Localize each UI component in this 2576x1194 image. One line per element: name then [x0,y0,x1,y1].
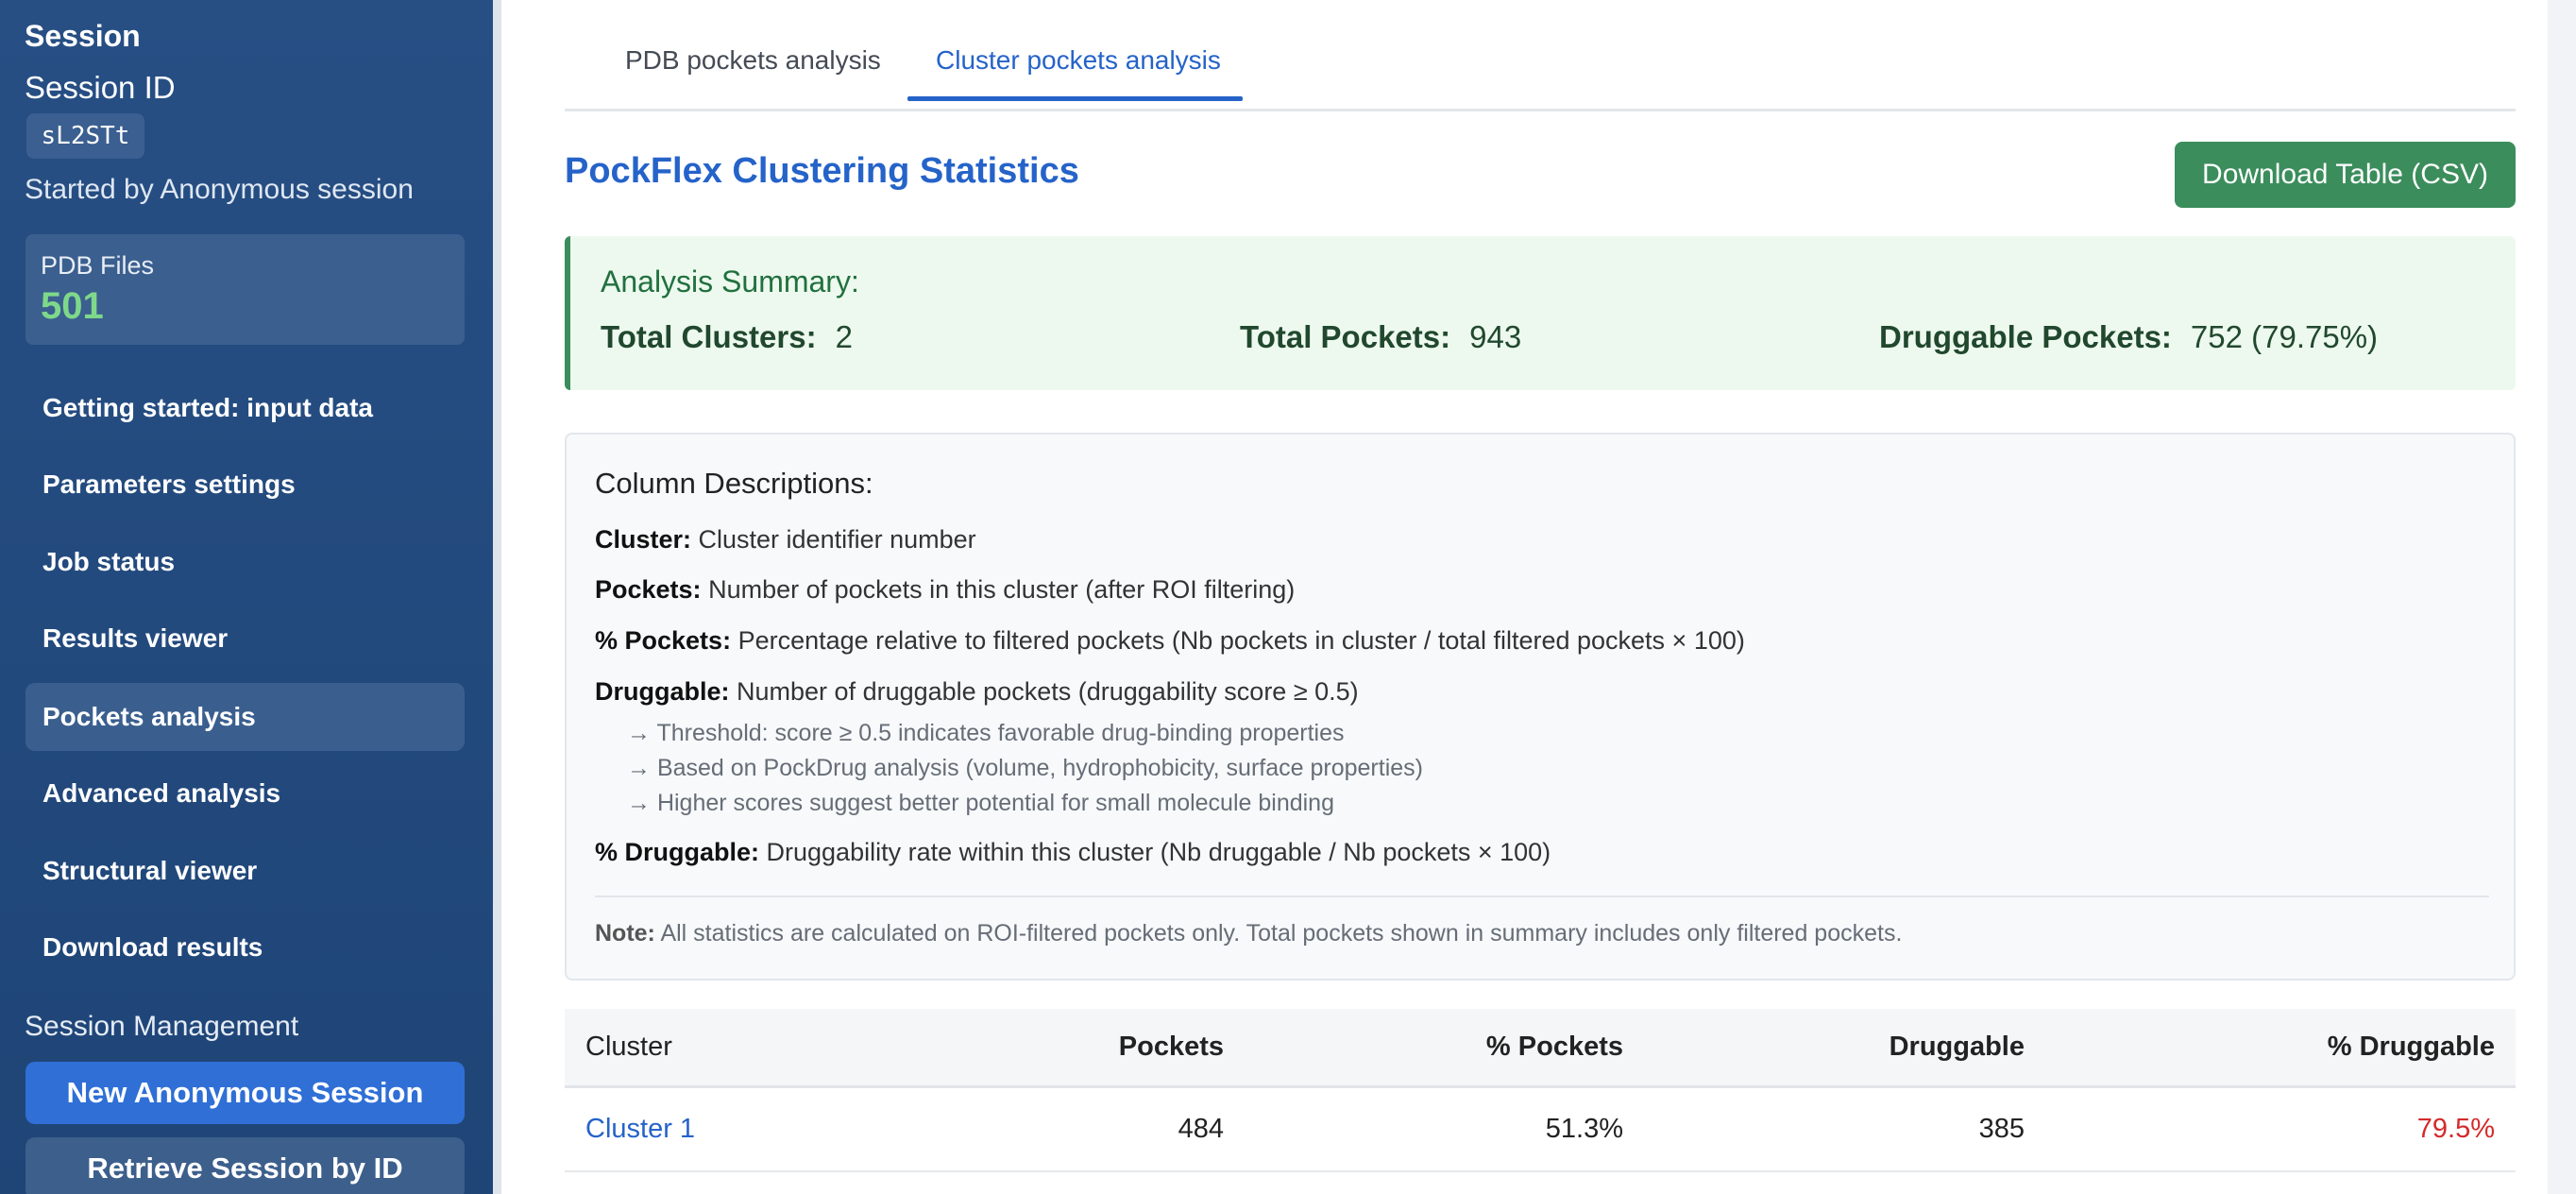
pdb-files-count: 501 [41,285,104,327]
desc-pockets-text: Number of pockets in this cluster (after… [701,575,1296,604]
total-clusters-value: 2 [835,319,853,354]
nav-parameters-settings[interactable]: Parameters settings [25,451,465,519]
desc-druggable-sub-3: → Higher scores suggest better potential… [627,790,1334,816]
analysis-tabs: PDB pockets analysis Cluster pockets ana… [565,0,2516,111]
table-row: Cluster 1 484 51.3% 385 79.5% [565,1091,2516,1172]
total-pockets-value: 943 [1469,319,1522,354]
main-content: PDB pockets analysis Cluster pockets ana… [533,0,2548,1194]
note-term: Note: [595,920,655,947]
sidebar: Session Session ID sL2STt Started by Ano… [0,0,500,1194]
analysis-summary: Analysis Summary: Total Clusters: 2 Total… [565,236,2516,390]
app-window: Session Session ID sL2STt Started by Ano… [0,0,2576,1194]
nav-pockets-analysis[interactable]: Pockets analysis [25,683,465,751]
descriptions-note: Note: All statistics are calculated on R… [595,920,1902,947]
cluster-link[interactable]: Cluster 1 [585,1114,695,1145]
desc-pockets-term: Pockets: [595,575,702,604]
desc-cluster: Cluster: Cluster identifier number [595,525,976,554]
sidebar-resize-handle[interactable] [493,0,501,1194]
desc-druggable-sub-2: → Based on PockDrug analysis (volume, hy… [627,755,1423,781]
started-by-text: Started by Anonymous session [25,174,414,205]
scrollbar[interactable] [2548,0,2576,1194]
nav-results-viewer[interactable]: Results viewer [25,605,465,673]
header-pct-druggable[interactable]: % Druggable [2328,1032,2495,1063]
desc-pct-pockets-text: Percentage relative to filtered pockets … [731,626,1745,655]
session-management-label: Session Management [25,1011,299,1042]
column-descriptions: Column Descriptions: Cluster: Cluster id… [565,433,2516,981]
session-heading: Session [25,19,141,53]
desc-pct-druggable: % Druggable: Druggability rate within th… [595,838,1551,867]
download-csv-button[interactable]: Download Table (CSV) [2175,142,2516,208]
total-clusters: Total Clusters: 2 [601,319,853,355]
nav-job-status[interactable]: Job status [25,528,465,596]
total-pockets-label: Total Pockets: [1240,319,1451,354]
note-text: All statistics are calculated on ROI-fil… [654,920,1903,947]
active-tab-indicator [907,96,1243,101]
summary-title: Analysis Summary: [601,264,859,298]
nav-getting-started[interactable]: Getting started: input data [25,374,465,442]
descriptions-title: Column Descriptions: [595,467,873,500]
druggable-pockets: Druggable Pockets: 752 (79.75%) [1879,319,2378,355]
session-id-label: Session ID [25,70,176,105]
cell-druggable: 385 [1978,1114,2025,1144]
header-druggable[interactable]: Druggable [1890,1032,2025,1063]
nav-download-results[interactable]: Download results [25,913,465,981]
stats-title: PockFlex Clustering Statistics [565,151,1079,191]
desc-druggable-term: Druggable: [595,677,730,706]
desc-pct-druggable-text: Druggability rate within this cluster (N… [759,838,1551,866]
desc-pct-pockets: % Pockets: Percentage relative to filter… [595,626,1745,656]
cell-pct-pockets: 51.3% [1545,1114,1623,1144]
nav-advanced-analysis[interactable]: Advanced analysis [25,759,465,827]
tab-pdb-pockets-analysis[interactable]: PDB pockets analysis [625,45,881,76]
desc-pockets: Pockets: Number of pockets in this clust… [595,575,1295,605]
total-pockets: Total Pockets: 943 [1240,319,1521,355]
desc-pct-druggable-term: % Druggable: [595,838,760,866]
pdb-files-label: PDB Files [41,251,155,280]
desc-druggable: Druggable: Number of druggable pockets (… [595,677,1359,707]
cell-pockets: 484 [1178,1114,1224,1144]
new-session-button[interactable]: New Anonymous Session [25,1062,465,1124]
tab-cluster-pockets-analysis[interactable]: Cluster pockets analysis [936,45,1221,76]
header-cluster[interactable]: Cluster [585,1032,672,1063]
retrieve-session-button[interactable]: Retrieve Session by ID [25,1137,465,1194]
total-clusters-label: Total Clusters: [601,319,817,354]
pdb-files-card: PDB Files 501 [25,234,465,345]
desc-druggable-sub-1: → Threshold: score ≥ 0.5 indicates favor… [627,720,1345,746]
desc-cluster-text: Cluster identifier number [691,525,976,554]
descriptions-divider [595,896,2489,897]
desc-druggable-text: Number of druggable pockets (druggabilit… [729,677,1359,706]
desc-pct-pockets-term: % Pockets: [595,626,732,655]
druggable-pockets-label: Druggable Pockets: [1879,319,2172,354]
table-header: Cluster Pockets % Pockets Druggable % Dr… [565,1009,2516,1088]
header-pockets[interactable]: Pockets [1119,1032,1224,1063]
desc-cluster-term: Cluster: [595,525,692,554]
cell-pct-druggable: 79.5% [2416,1114,2495,1144]
druggable-pockets-value: 752 (79.75%) [2190,319,2379,354]
session-id-code: sL2STt [26,113,144,159]
nav-structural-viewer[interactable]: Structural viewer [25,837,465,905]
header-pct-pockets[interactable]: % Pockets [1486,1032,1623,1063]
